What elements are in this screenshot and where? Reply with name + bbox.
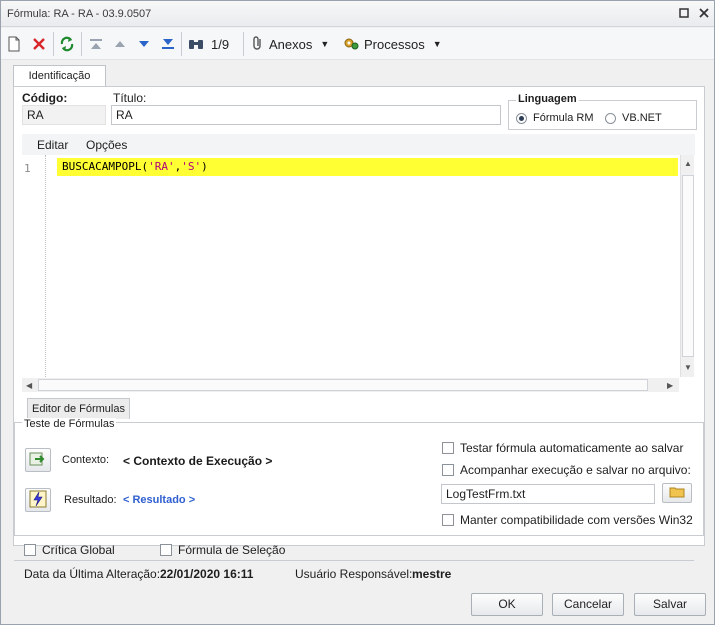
- toolbar: 1/9 Anexos ▼ Processos ▼: [1, 28, 714, 60]
- title-bar: Fórmula: RA - RA - 03.9.0507: [1, 1, 714, 27]
- tab-editor-formulas[interactable]: Editor de Fórmulas: [27, 398, 130, 419]
- check-acompanhar[interactable]: Acompanhar execução e salvar no arquivo:: [442, 463, 691, 477]
- code-editor[interactable]: 1 BUSCACAMPOPL('RA','S') ▲ ▼: [22, 155, 695, 377]
- vertical-scrollbar[interactable]: ▲ ▼: [680, 155, 694, 377]
- usuario-label: Usuário Responsável:: [295, 567, 413, 581]
- formula-window: Fórmula: RA - RA - 03.9.0507 1/9 Anexos …: [0, 0, 715, 625]
- radio-selected-icon: [516, 112, 527, 124]
- teste-formulas-label: Teste de Fórmulas: [22, 418, 117, 430]
- divider: [14, 560, 694, 561]
- ok-button[interactable]: OK: [471, 593, 543, 616]
- chevron-down-icon: ▼: [320, 39, 330, 49]
- new-icon[interactable]: [7, 34, 21, 54]
- contexto-link[interactable]: < Contexto de Execução >: [123, 454, 272, 468]
- restore-icon[interactable]: [677, 7, 691, 21]
- lightning-icon: [29, 490, 47, 511]
- data-alteracao-label: Data da Última Alteração:: [24, 567, 161, 581]
- vertical-scroll-thumb[interactable]: [682, 175, 694, 357]
- checkbox-icon: [442, 442, 454, 454]
- checkbox-icon: [24, 544, 36, 556]
- menu-editar[interactable]: Editar: [37, 138, 68, 152]
- radio-unselected-icon: [605, 112, 616, 124]
- editor-menu: Editar Opções: [22, 134, 695, 155]
- window-title: Fórmula: RA - RA - 03.9.0507: [7, 8, 152, 20]
- record-position: 1/9: [211, 36, 230, 52]
- gear-icon: [342, 35, 360, 54]
- menu-opcoes[interactable]: Opções: [86, 138, 127, 152]
- log-file-field[interactable]: LogTestFrm.txt: [441, 484, 655, 504]
- contexto-label: Contexto:: [62, 454, 110, 466]
- paperclip-icon: [251, 35, 265, 54]
- codigo-field[interactable]: RA: [22, 105, 106, 125]
- data-alteracao-value: 22/01/2020 16:11: [160, 567, 254, 581]
- titulo-label: Título:: [113, 91, 147, 105]
- radio-vbnet[interactable]: VB.NET: [605, 112, 662, 124]
- code-line: BUSCACAMPOPL('RA','S'): [62, 160, 208, 173]
- last-record-icon[interactable]: [161, 34, 175, 54]
- check-formula-selecao[interactable]: Fórmula de Seleção: [160, 543, 285, 557]
- checkbox-icon: [442, 464, 454, 476]
- scroll-right-icon[interactable]: ▶: [667, 381, 673, 390]
- scroll-left-icon[interactable]: ◀: [26, 381, 32, 390]
- first-record-icon[interactable]: [89, 34, 103, 54]
- line-number: 1: [24, 162, 31, 175]
- check-critica-global[interactable]: Crítica Global: [24, 543, 115, 557]
- resultado-button[interactable]: [25, 488, 51, 512]
- cancel-button[interactable]: Cancelar: [552, 593, 624, 616]
- save-button[interactable]: Salvar: [634, 593, 706, 616]
- checkbox-icon: [442, 514, 454, 526]
- folder-icon: [669, 486, 685, 501]
- contexto-button[interactable]: [25, 448, 51, 472]
- check-win32[interactable]: Manter compatibilidade com versões Win32: [442, 513, 693, 527]
- linguagem-label: Linguagem: [516, 93, 579, 105]
- scroll-down-icon[interactable]: ▼: [684, 363, 692, 372]
- codigo-label: Código:: [22, 91, 68, 105]
- usuario-value: mestre: [412, 567, 452, 581]
- checkbox-icon: [160, 544, 172, 556]
- search-records-icon[interactable]: 1/9: [188, 34, 229, 54]
- anexos-dropdown[interactable]: Anexos ▼: [251, 34, 329, 54]
- close-icon[interactable]: [697, 7, 711, 21]
- delete-icon[interactable]: [32, 34, 46, 54]
- next-record-icon[interactable]: [138, 34, 150, 54]
- line-gutter: 1: [22, 155, 46, 377]
- refresh-icon[interactable]: [59, 34, 75, 54]
- scroll-up-icon[interactable]: ▲: [684, 159, 692, 168]
- chevron-down-icon: ▼: [432, 39, 442, 49]
- tab-identificacao[interactable]: Identificação: [13, 65, 106, 87]
- horizontal-scrollbar[interactable]: ◀ ▶: [22, 378, 679, 392]
- previous-record-icon[interactable]: [114, 34, 126, 54]
- titulo-field[interactable]: RA: [111, 105, 501, 125]
- horizontal-scroll-thumb[interactable]: [38, 379, 648, 391]
- browse-folder-button[interactable]: [662, 483, 692, 503]
- resultado-label: Resultado:: [64, 494, 117, 506]
- resultado-link[interactable]: < Resultado >: [123, 494, 195, 506]
- radio-formula-rm[interactable]: Fórmula RM: [516, 112, 594, 124]
- processos-dropdown[interactable]: Processos ▼: [342, 34, 442, 54]
- check-testar-auto[interactable]: Testar fórmula automaticamente ao salvar: [442, 441, 683, 455]
- context-arrow-icon: [29, 451, 47, 470]
